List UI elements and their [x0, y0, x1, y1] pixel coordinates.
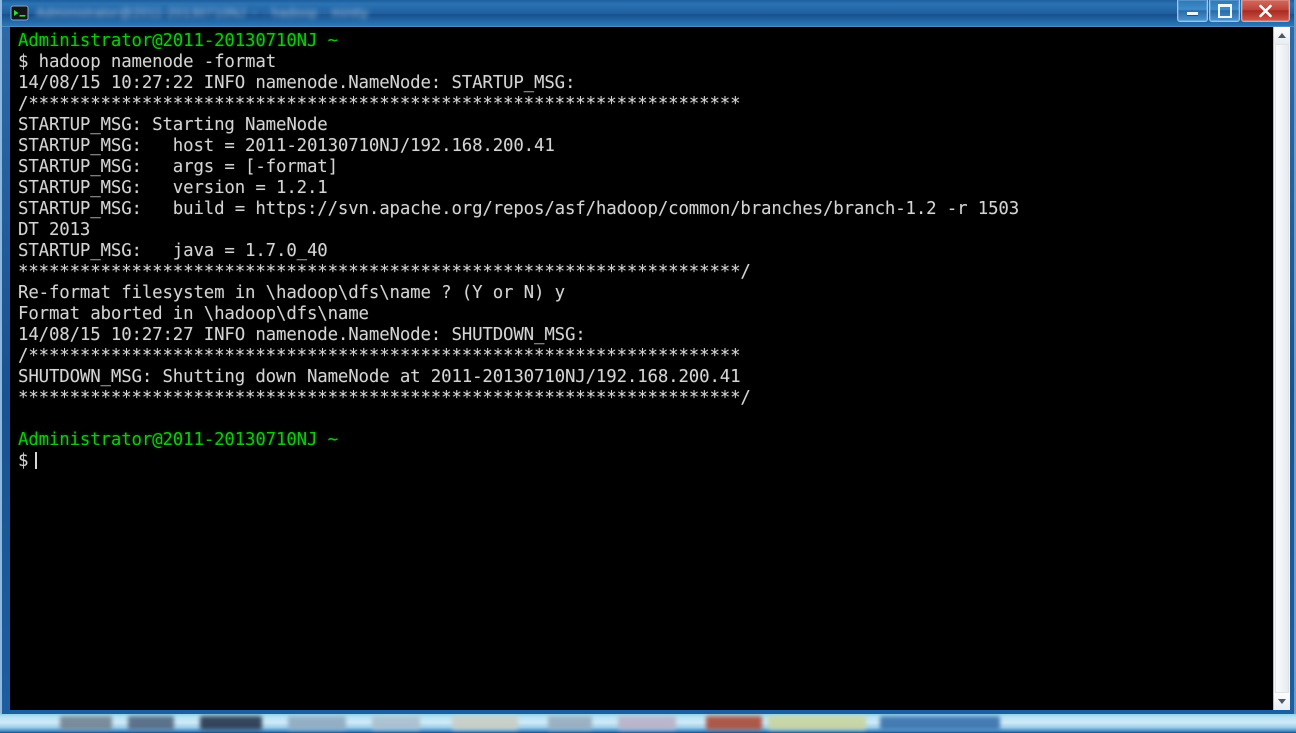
output-line: ****************************************…: [18, 388, 751, 408]
output-line: SHUTDOWN_MSG: Shutting down NameNode at …: [18, 367, 741, 387]
dollar-sign-bottom: $: [18, 451, 29, 471]
taskbar-item[interactable]: [60, 716, 112, 730]
command-line: $ hadoop namenode -format: [18, 52, 1273, 73]
maximize-icon: [1210, 0, 1239, 21]
input-line: $: [18, 451, 1273, 472]
output-line: STARTUP_MSG: build = https://svn.apache.…: [18, 199, 1020, 219]
scroll-down-arrow[interactable]: [1274, 693, 1290, 710]
output-line: STARTUP_MSG: version = 1.2.1: [18, 178, 328, 198]
output-line: STARTUP_MSG: args = [-format]: [18, 157, 338, 177]
maximize-button[interactable]: [1209, 0, 1240, 22]
prompt-line-bottom: Administrator@2011-20130710NJ ~: [18, 430, 338, 450]
chevron-down-icon: [1278, 699, 1286, 704]
output-line: 14/08/15 10:27:22 INFO namenode.NameNode…: [18, 73, 576, 93]
taskbar-item[interactable]: [880, 716, 1000, 730]
taskbar-item[interactable]: [372, 716, 420, 730]
text-cursor: [35, 452, 38, 469]
output-line: STARTUP_MSG: java = 1.7.0_40: [18, 241, 328, 261]
output-line: STARTUP_MSG: Starting NameNode: [18, 115, 328, 135]
output-line: Format aborted in \hadoop\dfs\name: [18, 304, 369, 324]
command-text: hadoop namenode -format: [28, 52, 277, 72]
terminal-screen[interactable]: Administrator@2011-20130710NJ ~ $ hadoop …: [10, 27, 1273, 710]
terminal-output: Administrator@2011-20130710NJ ~ $ hadoop …: [18, 31, 1273, 472]
output-line: /***************************************…: [18, 346, 741, 366]
window-controls: [1176, 0, 1290, 22]
output-line: 14/08/15 10:27:27 INFO namenode.NameNode…: [18, 325, 586, 345]
output-line: ****************************************…: [18, 262, 751, 282]
windows-taskbar[interactable]: [0, 714, 1296, 733]
taskbar-item[interactable]: [200, 716, 262, 730]
terminal-window: Administrator@2011-20130710NJ ~ - hadoop…: [0, 0, 1296, 716]
terminal-client-area: Administrator@2011-20130710NJ ~ $ hadoop …: [10, 27, 1290, 710]
prompt-line-top: Administrator@2011-20130710NJ ~: [18, 31, 338, 51]
output-line: STARTUP_MSG: host = 2011-20130710NJ/192.…: [18, 136, 555, 156]
minimize-icon: [1178, 0, 1207, 21]
taskbar-item[interactable]: [618, 716, 676, 730]
desktop-background: Administrator@2011-20130710NJ ~ - hadoop…: [0, 0, 1296, 733]
taskbar-item[interactable]: [706, 716, 762, 730]
output-line: Re-format filesystem in \hadoop\dfs\name…: [18, 283, 565, 303]
taskbar-item[interactable]: [768, 716, 866, 730]
taskbar-item[interactable]: [548, 716, 592, 730]
vertical-scrollbar[interactable]: [1273, 27, 1290, 710]
taskbar-item[interactable]: [128, 716, 174, 730]
taskbar-item[interactable]: [452, 716, 518, 730]
scrollbar-thumb[interactable]: [1275, 44, 1289, 693]
window-titlebar[interactable]: Administrator@2011-20130710NJ ~ - hadoop…: [2, 0, 1294, 27]
scroll-up-arrow[interactable]: [1274, 27, 1290, 44]
scrollbar-track[interactable]: [1274, 44, 1290, 693]
taskbar-item[interactable]: [288, 716, 346, 730]
close-button[interactable]: [1241, 0, 1290, 22]
terminal-icon: [10, 4, 29, 23]
minimize-button[interactable]: [1177, 0, 1208, 22]
dollar-sign-top: $: [18, 52, 29, 72]
close-icon: [1242, 0, 1289, 21]
window-title: Administrator@2011-20130710NJ ~ - hadoop…: [36, 5, 369, 20]
chevron-up-icon: [1278, 33, 1286, 38]
output-line: /***************************************…: [18, 94, 741, 114]
output-line: DT 2013: [18, 220, 91, 240]
